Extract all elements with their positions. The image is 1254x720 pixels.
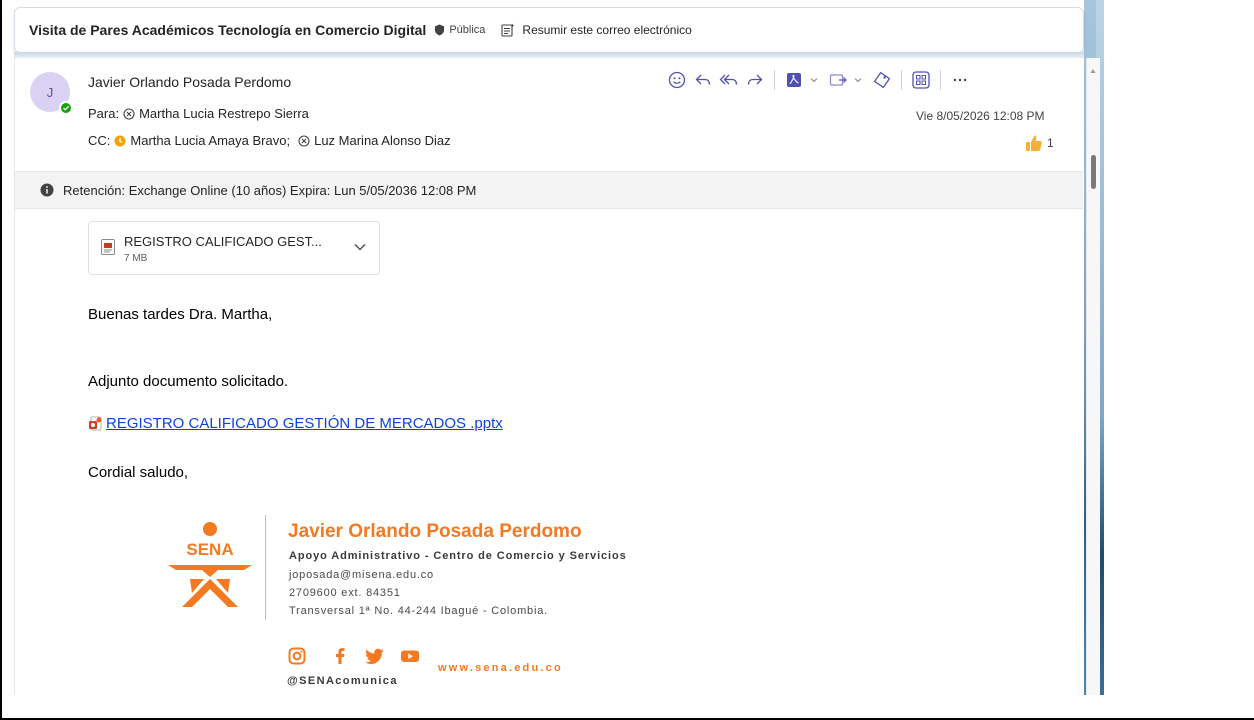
retention-text: Retención: Exchange Online (10 años) Exp… <box>63 182 477 198</box>
reaction-badge[interactable]: 1 <box>1024 133 1054 153</box>
recipient[interactable]: Martha Lucia Restrepo Sierra <box>139 106 309 121</box>
cc-recipient[interactable]: Martha Lucia Amaya Bravo; <box>130 133 290 148</box>
message-toolbar <box>666 68 975 92</box>
file-icon <box>101 239 115 255</box>
avatar-initial: J <box>46 84 54 100</box>
more-icon[interactable] <box>949 69 971 91</box>
received-date: Vie 8/05/2026 12:08 PM <box>916 109 1045 123</box>
body-line: Adjunto documento solicitado. <box>88 373 289 390</box>
document-link[interactable]: REGISTRO CALIFICADO GESTIÓN DE MERCADOS … <box>88 415 503 432</box>
to-line: Para: Martha Lucia Restrepo Sierra <box>88 106 309 121</box>
info-icon <box>40 183 54 197</box>
signature-handle: @SENAcomunica <box>287 675 398 687</box>
signature-role: Apoyo Administrativo - Centro de Comerci… <box>289 550 627 562</box>
chevron-down-icon[interactable] <box>353 242 367 252</box>
reply-icon[interactable] <box>692 69 714 91</box>
sensitivity-text: Pública <box>449 24 486 36</box>
signature-email[interactable]: joposada@misena.edu.co <box>289 569 434 581</box>
signature-divider <box>265 515 266 620</box>
cc-label: CC: <box>88 133 111 148</box>
youtube-icon[interactable] <box>400 646 420 666</box>
shield-icon <box>435 24 445 36</box>
tag-icon[interactable] <box>871 69 893 91</box>
greeting-text: Buenas tardes Dra. Martha, <box>88 306 273 323</box>
svg-text:SENA: SENA <box>186 540 233 559</box>
document-link-text[interactable]: REGISTRO CALIFICADO GESTIÓN DE MERCADOS … <box>106 415 503 432</box>
screen-border-left <box>0 0 2 720</box>
pdf-addin-icon[interactable] <box>783 69 805 91</box>
sena-logo: SENA <box>168 522 252 607</box>
toolbar-divider <box>940 70 941 90</box>
toolbar-divider <box>774 70 775 90</box>
signature-website[interactable]: www.sena.edu.co <box>438 662 563 674</box>
away-clock-icon <box>114 135 126 146</box>
retention-banner: Retención: Exchange Online (10 años) Exp… <box>15 171 1083 209</box>
apps-icon[interactable] <box>910 69 932 91</box>
cc-recipient[interactable]: Luz Marina Alonso Diaz <box>314 133 451 148</box>
recipient-status-icon <box>298 134 310 147</box>
instagram-icon[interactable] <box>287 646 307 666</box>
closing-text: Cordial saludo, <box>88 464 189 481</box>
scrollbar[interactable] <box>1086 58 1100 695</box>
sender-name[interactable]: Javier Orlando Posada Perdomo <box>88 74 291 90</box>
attachment-card[interactable]: REGISTRO CALIFICADO GEST... 7 MB <box>88 221 380 275</box>
subject-bar: Visita de Pares Académicos Tecnología en… <box>14 7 1084 53</box>
attachment-size: 7 MB <box>124 253 148 264</box>
move-icon[interactable] <box>827 69 849 91</box>
scrollbar-thumb[interactable] <box>1091 155 1096 189</box>
signature-address: Transversal 1ª No. 44-244 Ibagué - Colom… <box>289 605 548 617</box>
signature-name: Javier Orlando Posada Perdomo <box>288 521 582 542</box>
summarize-button[interactable]: Resumir este correo electrónico <box>501 23 692 37</box>
pptx-file-icon <box>89 416 102 431</box>
thumbs-up-icon <box>1026 135 1042 151</box>
toolbar-divider <box>901 70 902 90</box>
forward-icon[interactable] <box>744 69 766 91</box>
cc-line: CC: Martha Lucia Amaya Bravo; Luz Marina… <box>88 133 451 148</box>
presence-available-icon <box>59 101 73 115</box>
attachment-name: REGISTRO CALIFICADO GEST... <box>124 234 322 249</box>
summarize-label: Resumir este correo electrónico <box>522 23 692 37</box>
signature-phone: 2709600 ext. 84351 <box>289 587 401 599</box>
facebook-icon[interactable] <box>330 646 350 666</box>
reply-all-icon[interactable] <box>718 69 740 91</box>
reaction-count: 1 <box>1047 136 1054 150</box>
sensitivity-label[interactable]: Pública <box>434 24 485 36</box>
recipient-status-icon <box>123 107 135 120</box>
scroll-up-arrow-icon[interactable] <box>1090 68 1096 74</box>
summary-icon <box>501 23 515 37</box>
chevron-down-icon[interactable] <box>809 75 819 85</box>
twitter-icon[interactable] <box>365 646 385 666</box>
email-subject: Visita de Pares Académicos Tecnología en… <box>29 22 427 38</box>
email-reading-window: { "header": { "subject": "Visita de Pare… <box>0 0 1254 720</box>
to-label: Para: <box>88 106 120 121</box>
emoji-icon[interactable] <box>666 69 688 91</box>
chevron-down-icon[interactable] <box>853 75 863 85</box>
